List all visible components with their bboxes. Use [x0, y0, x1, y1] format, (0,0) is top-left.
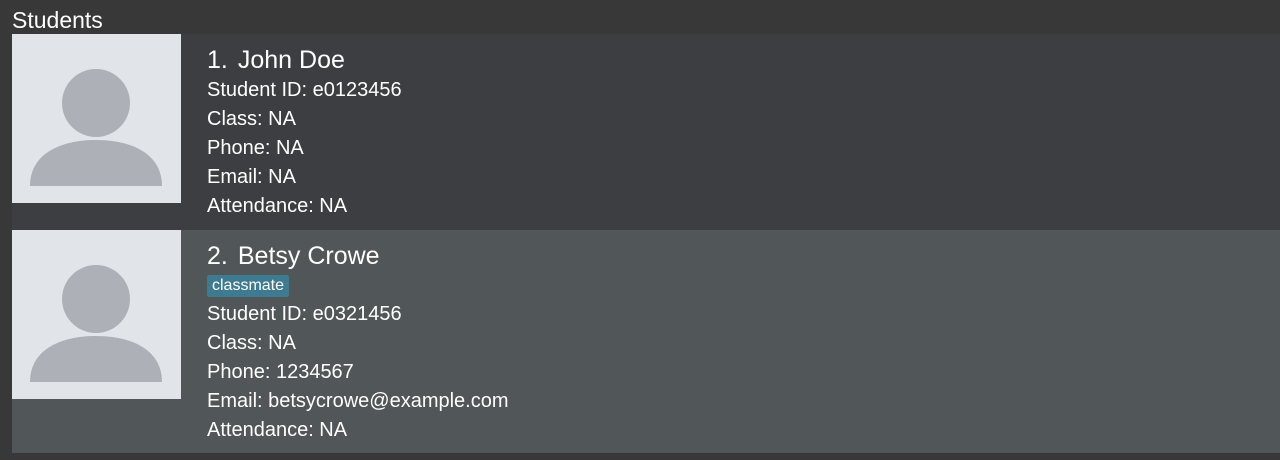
student-class: Class: NA: [207, 332, 296, 354]
student-id: Student ID: e0123456: [207, 79, 402, 101]
student-list[interactable]: 1. John Doe Student ID: e0123456 Class: N…: [12, 34, 1280, 453]
student-attendance: Attendance: NA: [207, 419, 348, 441]
student-index: 2.: [207, 242, 228, 270]
person-silhouette-icon: [12, 230, 181, 399]
student-info: 1. John Doe Student ID: e0123456 Class: N…: [207, 44, 402, 221]
person-silhouette-icon: [12, 34, 181, 203]
student-index: 1.: [207, 46, 228, 74]
student-name: Betsy Crowe: [237, 242, 380, 270]
student-attendance: Attendance: NA: [207, 195, 348, 217]
tag-list: classmate: [207, 272, 509, 300]
student-id: Student ID: e0321456: [207, 303, 402, 325]
panel-title: Students: [12, 7, 103, 33]
student-phone: Phone: 1234567: [207, 361, 354, 383]
student-name-row: 2. Betsy Crowe: [207, 240, 509, 272]
student-name: John Doe: [237, 46, 345, 74]
student-class: Class: NA: [207, 108, 296, 130]
student-card-selected[interactable]: 2. Betsy Crowe classmate Student ID: e032…: [12, 230, 1280, 453]
student-phone: Phone: NA: [207, 137, 304, 159]
student-email: Email: betsycrowe@example.com: [207, 390, 509, 412]
tag-badge: classmate: [207, 275, 290, 297]
student-name-row: 1. John Doe: [207, 44, 402, 76]
student-card[interactable]: 1. John Doe Student ID: e0123456 Class: N…: [12, 34, 1280, 230]
student-info: 2. Betsy Crowe classmate Student ID: e032…: [207, 240, 509, 445]
student-email: Email: NA: [207, 166, 296, 188]
